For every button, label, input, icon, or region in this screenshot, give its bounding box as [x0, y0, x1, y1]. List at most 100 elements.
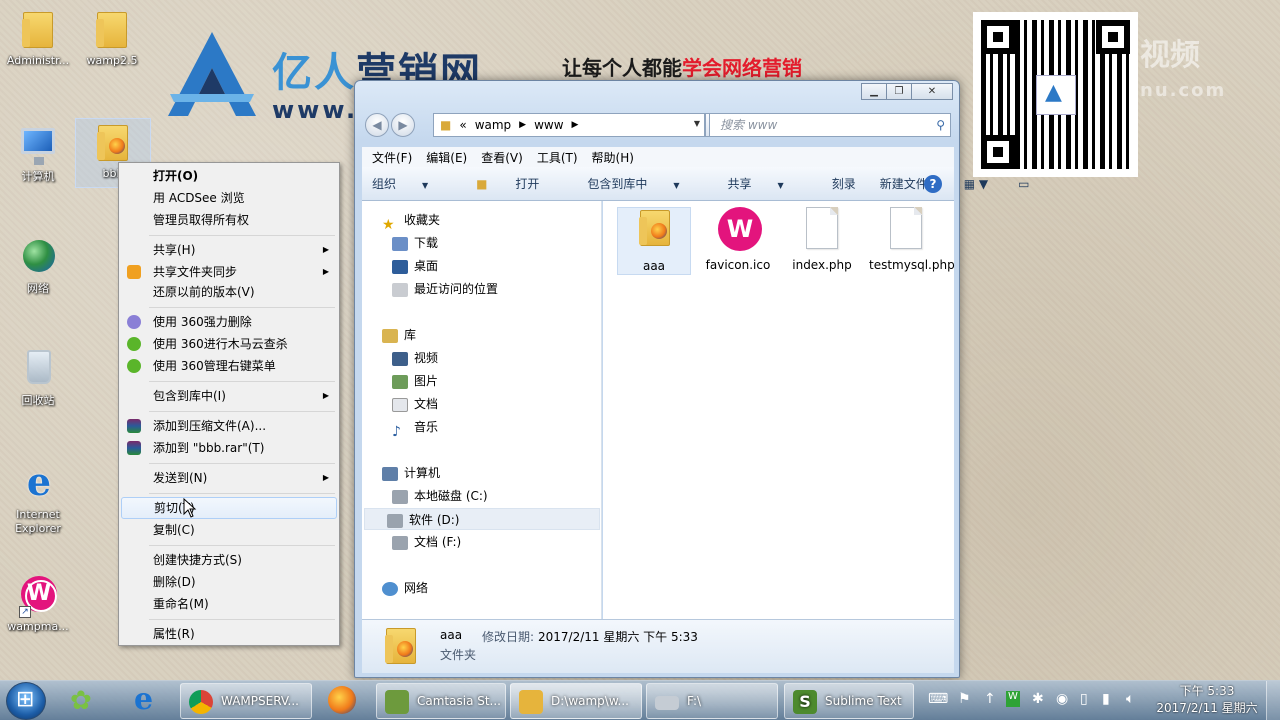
desktop-icon-recycle-bin[interactable]: 回收站 — [0, 346, 76, 408]
clock[interactable]: 下午 5:33 2017/2/11 星期六 — [1156, 683, 1258, 717]
bluetooth-icon[interactable]: ✱ — [1032, 691, 1044, 707]
menu-view[interactable]: 查看(V) — [481, 149, 523, 166]
chrome-icon — [189, 690, 213, 714]
battery-icon[interactable]: ▯ — [1080, 691, 1088, 707]
menu-item-delete[interactable]: 删除(D) — [121, 571, 337, 593]
menu-item-360-manage[interactable]: 使用 360管理右键菜单 — [121, 355, 337, 377]
start-button[interactable] — [6, 682, 46, 720]
taskbar-button-camtasia[interactable]: Camtasia St... — [376, 683, 506, 719]
desktop-icon-computer[interactable]: 计算机 — [0, 122, 76, 184]
nav-desktop[interactable]: 桌面 — [392, 255, 438, 277]
address-bar[interactable]: ■ « wamp ▶ www ▶ ▼ — [433, 113, 705, 137]
video-watermark-url: nu.com — [1140, 80, 1227, 101]
menu-item-label: 重命名(M) — [153, 597, 209, 611]
chevron-right-icon[interactable]: ▶ — [517, 120, 528, 130]
help-icon[interactable]: ? — [924, 175, 942, 193]
menu-item-rename[interactable]: 重命名(M) — [121, 593, 337, 615]
desktop-icon-wamp25[interactable]: wamp2.5 — [74, 6, 150, 68]
minimize-button[interactable]: ▁ — [861, 83, 887, 100]
nav-desktop-label: 桌面 — [414, 259, 439, 273]
chevron-right-icon[interactable]: ▶ — [570, 120, 581, 130]
menu-item-add-bbb-rar[interactable]: 添加到 "bbb.rar"(T) — [121, 437, 337, 459]
nav-drive-d[interactable]: 软件 (D:) — [364, 508, 600, 530]
desktop-icon-wampmanager[interactable]: W ↗ wampma... — [0, 572, 76, 634]
menu-item-open[interactable]: 打开(O) — [121, 165, 337, 187]
nav-pictures[interactable]: 图片 — [392, 370, 438, 392]
shortcut-arrow-icon: ↗ — [19, 606, 31, 618]
desktop-icon-network[interactable]: 网络 — [0, 234, 76, 296]
volume-icon[interactable]: 🔈︎ — [1126, 691, 1134, 707]
flag-icon[interactable]: ⚑ — [958, 691, 971, 707]
menu-item-send-to[interactable]: 发送到(N) ▶ — [121, 467, 337, 489]
desktop-icon-label: 计算机 — [21, 170, 55, 183]
maximize-button[interactable]: ❐ — [886, 83, 912, 100]
search-input[interactable]: 搜索 www ⚲ — [709, 113, 951, 137]
menu-item-cut[interactable]: 剪切(T) — [121, 497, 337, 519]
open-button[interactable]: ■ 打开 — [476, 175, 563, 192]
menu-item-create-shortcut[interactable]: 创建快捷方式(S) — [121, 549, 337, 571]
menu-item-share[interactable]: 共享(H) ▶ — [121, 239, 337, 261]
forward-button[interactable]: ▶ — [391, 113, 415, 137]
close-button[interactable]: ✕ — [911, 83, 953, 100]
menu-item-360-scan[interactable]: 使用 360进行木马云查杀 — [121, 333, 337, 355]
keyboard-icon[interactable]: ⌨ — [928, 691, 948, 707]
include-in-library-button[interactable]: 包含到库中 ▼ — [587, 175, 703, 192]
tray-app-icon[interactable]: ◉ — [1056, 691, 1068, 707]
menu-item-acdsee[interactable]: 用 ACDSee 浏览 — [121, 187, 337, 209]
menu-item-label: 删除(D) — [153, 575, 196, 589]
taskbar-button-drive-f[interactable]: F:\ — [646, 683, 778, 719]
menu-item-properties[interactable]: 属性(R) — [121, 623, 337, 645]
menu-item-restore-versions[interactable]: 还原以前的版本(V) — [121, 281, 337, 303]
nav-drive-c[interactable]: 本地磁盘 (C:) — [392, 485, 488, 507]
nav-documents[interactable]: 文档 — [392, 393, 438, 415]
menu-edit[interactable]: 编辑(E) — [426, 149, 467, 166]
chevron-down-icon[interactable]: ▼ — [694, 119, 700, 128]
nav-downloads[interactable]: 下载 — [392, 232, 438, 254]
share-button[interactable]: 共享 ▼ — [728, 175, 808, 192]
file-item[interactable]: W favicon.ico — [701, 207, 775, 273]
file-item[interactable]: aaa — [617, 207, 691, 275]
taskbar-button-chrome[interactable]: WAMPSERV... — [180, 683, 312, 719]
show-desktop-button[interactable] — [1266, 681, 1280, 720]
address-chevron[interactable]: « — [457, 118, 468, 132]
view-options-icon[interactable]: ▦ ▼ — [964, 177, 988, 191]
menu-help[interactable]: 帮助(H) — [592, 149, 634, 166]
search-icon[interactable]: ⚲ — [936, 114, 945, 136]
burn-button[interactable]: 刻录 — [832, 175, 856, 192]
taskbar-button-sublime[interactable]: S Sublime Text — [784, 683, 914, 719]
menu-item-include-library[interactable]: 包含到库中(I) ▶ — [121, 385, 337, 407]
address-segment-www[interactable]: www — [528, 118, 569, 132]
desktop-icon-administrator[interactable]: Administr... — [0, 6, 76, 68]
menu-file[interactable]: 文件(F) — [372, 149, 412, 166]
explorer-window[interactable]: ▁ ❐ ✕ ◀ ▶ ■ « wamp ▶ www ▶ ▼ ⟳ 搜索 www ⚲ … — [354, 80, 1029, 678]
taskbar-pin-ie[interactable]: e — [120, 682, 174, 718]
network-signal-icon[interactable]: ▮ — [1102, 691, 1110, 707]
file-item[interactable]: testmysql.php — [869, 207, 955, 273]
menu-item-take-ownership[interactable]: 管理员取得所有权 — [121, 209, 337, 231]
upload-arrow-icon[interactable]: ↑ — [984, 691, 996, 707]
nav-recent-places[interactable]: 最近访问的位置 — [392, 278, 498, 300]
taskbar-pin-firefox[interactable] — [316, 684, 370, 718]
nav-computer[interactable]: 计算机 — [382, 462, 440, 484]
menu-item-share-sync[interactable]: 共享文件夹同步 ▶ — [121, 261, 337, 283]
nav-videos[interactable]: 视频 — [392, 347, 438, 369]
menu-item-add-archive[interactable]: 添加到压缩文件(A)... — [121, 415, 337, 437]
nav-drive-f[interactable]: 文档 (F:) — [392, 531, 461, 553]
nav-libraries[interactable]: 库 — [382, 324, 416, 346]
wampserver-tray-icon[interactable]: W — [1006, 691, 1020, 707]
ie-icon: e — [134, 682, 154, 717]
nav-favorites[interactable]: ★ 收藏夹 — [382, 209, 440, 233]
menu-item-copy[interactable]: 复制(C) — [121, 519, 337, 541]
file-item[interactable]: index.php — [785, 207, 859, 273]
address-segment-wamp[interactable]: wamp — [469, 118, 517, 132]
nav-music[interactable]: ♪ 音乐 — [392, 416, 438, 440]
nav-network[interactable]: 网络 — [382, 577, 428, 599]
preview-pane-icon[interactable]: ▭ — [1018, 177, 1029, 191]
menu-item-360-delete[interactable]: 使用 360强力删除 — [121, 311, 337, 333]
taskbar-button-explorer[interactable]: D:\wamp\w... — [510, 683, 642, 719]
menu-tools[interactable]: 工具(T) — [537, 149, 578, 166]
organize-button[interactable]: 组织 ▼ — [372, 175, 452, 192]
back-button[interactable]: ◀ — [365, 113, 389, 137]
desktop-icon-internet-explorer[interactable]: e Internet Explorer — [0, 460, 76, 536]
taskbar-pin-360[interactable]: ✿ — [58, 684, 112, 718]
